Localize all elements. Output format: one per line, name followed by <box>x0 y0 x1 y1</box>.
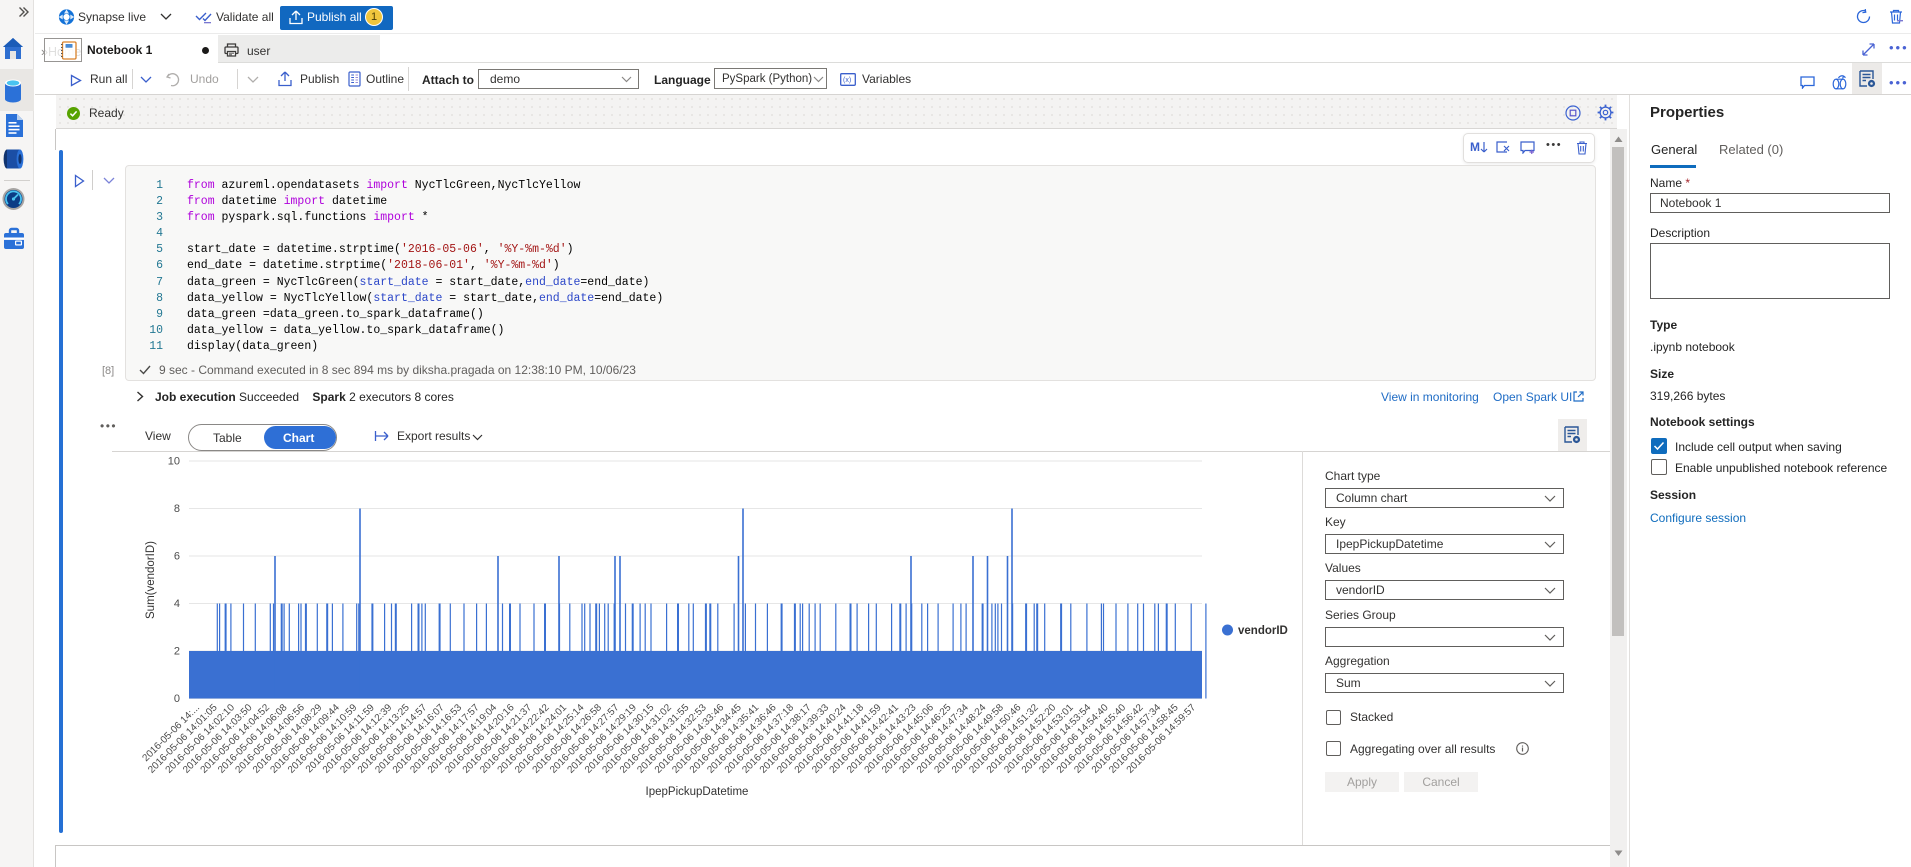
svg-text:2: 2 <box>174 646 180 658</box>
svg-text:IpepPickupDatetime: IpepPickupDatetime <box>646 786 749 798</box>
svg-text:8: 8 <box>174 503 180 515</box>
svg-text:vendorID: vendorID <box>1238 625 1288 637</box>
svg-text:6: 6 <box>174 551 180 563</box>
svg-text:10: 10 <box>168 456 180 468</box>
svg-text:0: 0 <box>174 693 180 705</box>
svg-text:4: 4 <box>174 598 180 610</box>
svg-text:(x): (x) <box>843 77 851 84</box>
svg-text:Sum(vendorID): Sum(vendorID) <box>145 541 157 619</box>
